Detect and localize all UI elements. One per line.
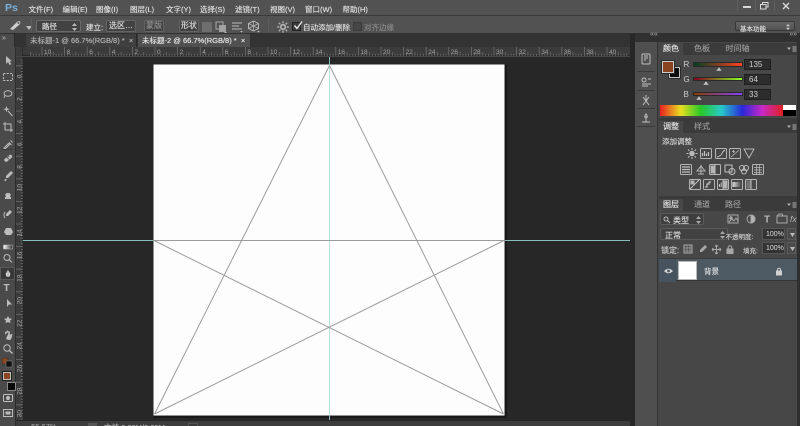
svg-text:4: 4 <box>202 49 206 56</box>
svg-text:28: 28 <box>473 49 481 56</box>
svg-text:2: 2 <box>180 49 184 56</box>
svg-text:2: 2 <box>134 49 138 56</box>
svg-text:4: 4 <box>112 49 116 56</box>
svg-text:8: 8 <box>247 49 251 56</box>
svg-text:T: T <box>764 215 770 226</box>
svg-text:6: 6 <box>89 49 93 56</box>
svg-text:22: 22 <box>406 49 414 56</box>
svg-text:30: 30 <box>496 49 504 56</box>
svg-text:8: 8 <box>67 49 71 56</box>
svg-text:40: 40 <box>609 49 617 56</box>
svg-text:18: 18 <box>360 49 368 56</box>
svg-text:10: 10 <box>44 49 52 56</box>
svg-text:32: 32 <box>519 49 527 56</box>
svg-text:0: 0 <box>157 49 161 56</box>
svg-text:20: 20 <box>383 49 391 56</box>
svg-text:14: 14 <box>315 49 323 56</box>
svg-text:34: 34 <box>541 49 549 56</box>
svg-text:10: 10 <box>270 49 278 56</box>
svg-text:16: 16 <box>338 49 346 56</box>
svg-text:12: 12 <box>293 49 301 56</box>
svg-text:38: 38 <box>586 49 594 56</box>
svg-text:6: 6 <box>225 49 229 56</box>
svg-text:26: 26 <box>451 49 459 56</box>
svg-text:36: 36 <box>564 49 572 56</box>
svg-text:24: 24 <box>428 49 436 56</box>
